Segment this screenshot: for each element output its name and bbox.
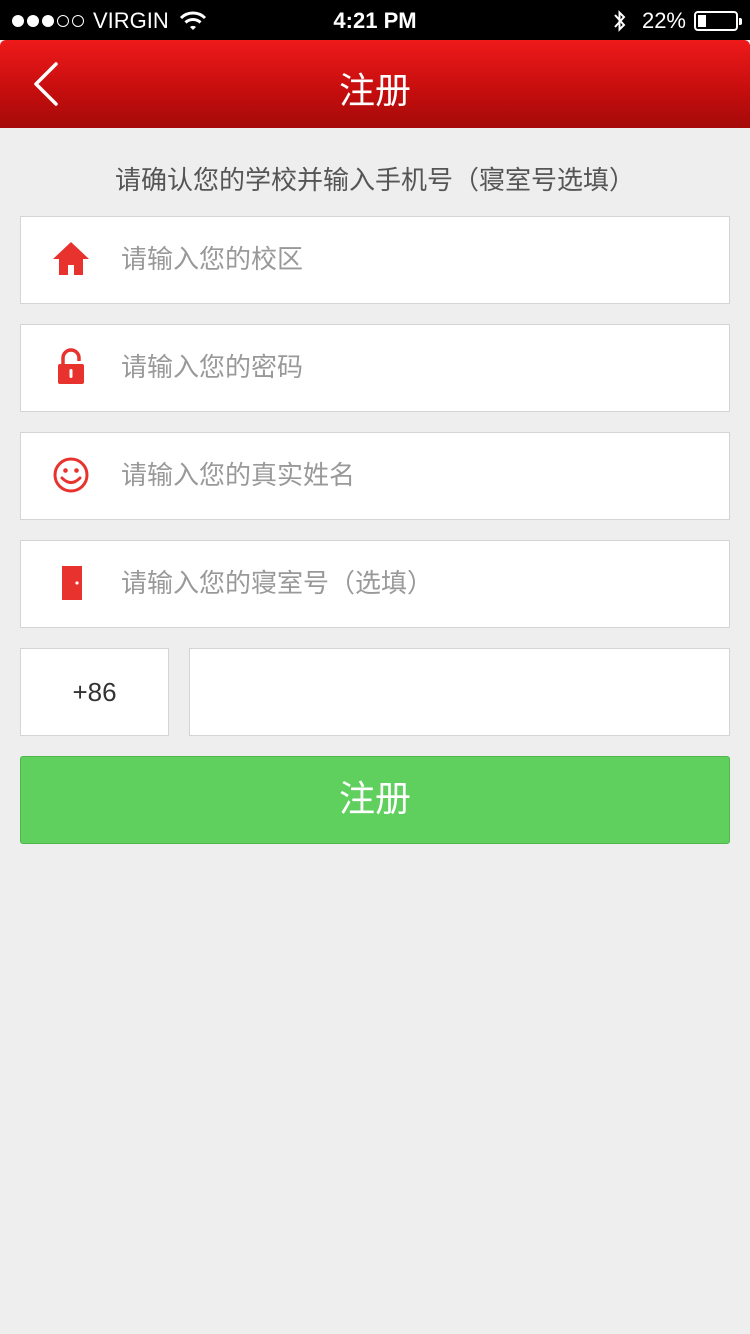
battery-fill [698, 15, 706, 27]
instruction-text: 请确认您的学校并输入手机号（寝室号选填） [114, 166, 635, 196]
campus-field[interactable] [20, 216, 730, 304]
home-icon [53, 242, 89, 275]
smiley-icon [53, 457, 89, 493]
name-input[interactable] [121, 433, 711, 519]
battery-percent: 22% [641, 8, 686, 33]
lock-icon [58, 348, 84, 384]
door-icon [62, 566, 82, 600]
country-code[interactable]: +86 [20, 648, 169, 736]
status-right: 22% [612, 8, 742, 34]
dorm-field[interactable] [20, 540, 730, 628]
dorm-input[interactable] [121, 541, 711, 627]
register-button[interactable]: 注册 [20, 756, 730, 844]
page-title: 注册 [338, 71, 411, 112]
nav-bar: 注册 [0, 40, 750, 128]
battery-tip [739, 18, 742, 25]
battery-icon [694, 11, 742, 31]
status-bar: VIRGIN 4:21 PM 22% [0, 0, 750, 40]
phone-field[interactable] [189, 648, 730, 736]
bluetooth-icon [614, 10, 626, 32]
password-input[interactable] [121, 325, 711, 411]
password-field[interactable] [20, 324, 730, 412]
name-field[interactable] [20, 432, 730, 520]
phone-input[interactable] [190, 649, 729, 735]
campus-input[interactable] [121, 217, 711, 303]
